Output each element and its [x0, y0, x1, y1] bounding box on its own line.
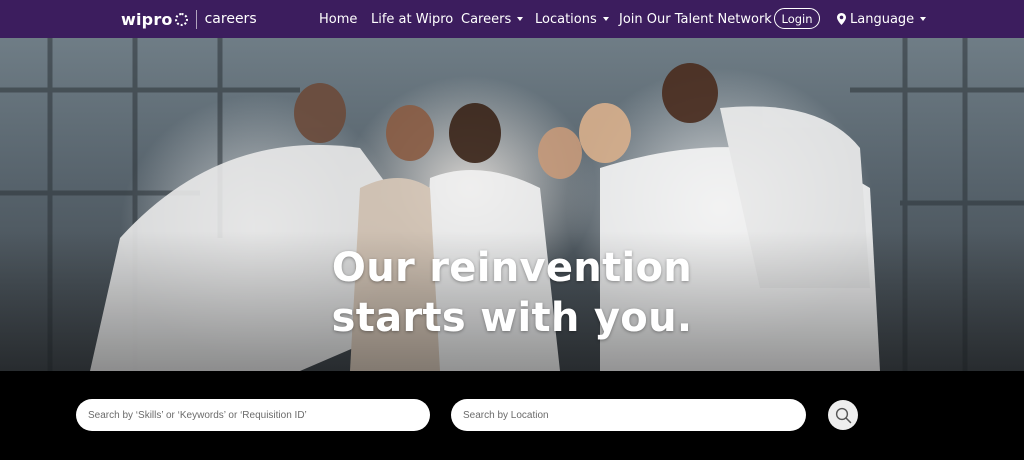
nav-careers-label: Careers — [461, 11, 512, 27]
nav-careers[interactable]: Careers — [461, 0, 524, 38]
login-button[interactable]: Login — [774, 8, 820, 29]
top-navbar: wipro careers Home Life at Wipro Careers… — [0, 0, 1024, 38]
nav-life-at-wipro[interactable]: Life at Wipro — [371, 0, 453, 38]
search-button[interactable] — [828, 400, 858, 430]
language-label: Language — [850, 11, 915, 27]
page-bottom-edge — [0, 460, 1024, 464]
chevron-down-icon — [602, 17, 609, 21]
language-selector[interactable]: Language — [837, 0, 927, 38]
hero-banner: Our reinvention starts with you. — [0, 38, 1024, 371]
search-icon — [835, 407, 851, 423]
nav-talent-network[interactable]: Join Our Talent Network — [619, 0, 772, 38]
nav-home[interactable]: Home — [319, 0, 357, 38]
nav-locations[interactable]: Locations — [535, 0, 609, 38]
brand-section: careers — [204, 11, 257, 27]
brand[interactable]: wipro careers — [121, 0, 257, 38]
wipro-logo: wipro — [121, 10, 188, 29]
location-pin-icon — [837, 13, 846, 25]
nav-locations-label: Locations — [535, 11, 597, 27]
chevron-down-icon — [517, 17, 524, 21]
brand-divider — [195, 9, 197, 29]
job-search-bar — [0, 371, 1024, 460]
chevron-down-icon — [920, 17, 927, 21]
logo-dots-icon — [174, 12, 188, 26]
keyword-search-input[interactable] — [76, 399, 430, 431]
location-search-input[interactable] — [451, 399, 806, 431]
hero-line-1: Our reinvention — [331, 245, 693, 291]
hero-line-2: starts with you. — [331, 295, 693, 341]
hero-headline: Our reinvention starts with you. — [0, 243, 1024, 343]
